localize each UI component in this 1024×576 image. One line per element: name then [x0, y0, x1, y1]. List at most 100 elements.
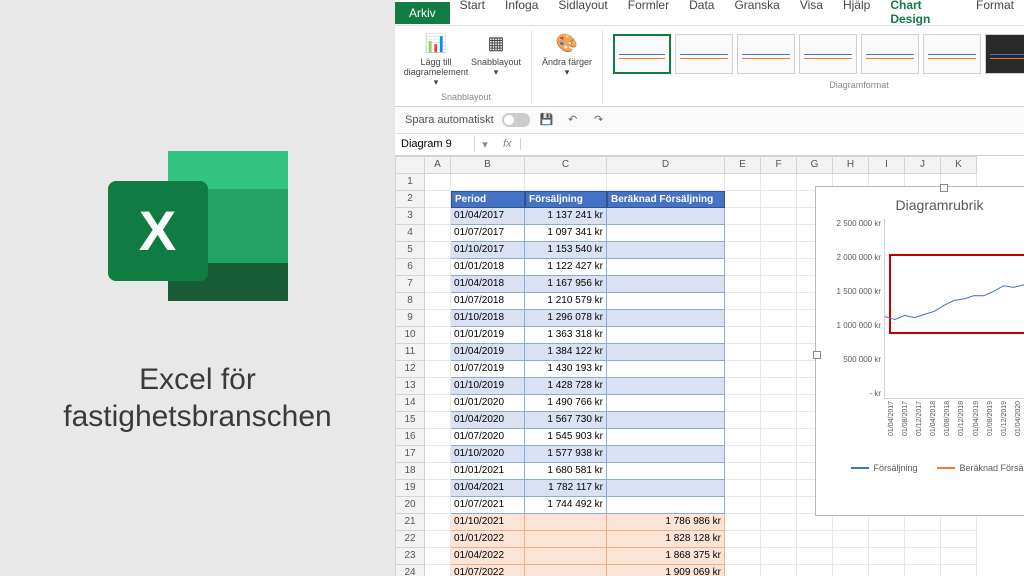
cell[interactable]: [869, 565, 905, 576]
cell[interactable]: [725, 310, 761, 327]
cell[interactable]: [833, 531, 869, 548]
cell[interactable]: [761, 293, 797, 310]
cell[interactable]: [725, 174, 761, 191]
row-header[interactable]: 23: [395, 548, 425, 565]
cell[interactable]: [761, 208, 797, 225]
column-header-C[interactable]: C: [525, 156, 607, 174]
cell[interactable]: [425, 276, 451, 293]
cell[interactable]: 1 428 728 kr: [525, 378, 607, 395]
cell[interactable]: [725, 293, 761, 310]
cell[interactable]: [725, 480, 761, 497]
cell[interactable]: [761, 395, 797, 412]
cell[interactable]: 01/04/2019: [451, 344, 525, 361]
row-header[interactable]: 13: [395, 378, 425, 395]
cell[interactable]: [905, 548, 941, 565]
cell[interactable]: [725, 225, 761, 242]
cell[interactable]: [761, 463, 797, 480]
cell[interactable]: [761, 327, 797, 344]
cell[interactable]: [761, 344, 797, 361]
redo-icon[interactable]: ↷: [590, 111, 608, 129]
chart-title[interactable]: Diagramrubrik: [816, 197, 1024, 213]
cell[interactable]: [761, 276, 797, 293]
cell[interactable]: 1 567 730 kr: [525, 412, 607, 429]
cell[interactable]: [607, 497, 725, 514]
save-icon[interactable]: 💾: [538, 111, 556, 129]
cell[interactable]: [607, 429, 725, 446]
cell[interactable]: 1 097 341 kr: [525, 225, 607, 242]
cell[interactable]: 1 909 069 kr: [607, 565, 725, 576]
cell[interactable]: [761, 310, 797, 327]
cell[interactable]: 01/04/2021: [451, 480, 525, 497]
cell[interactable]: 1 122 427 kr: [525, 259, 607, 276]
cell[interactable]: 1 545 903 kr: [525, 429, 607, 446]
column-header-D[interactable]: D: [607, 156, 725, 174]
cell[interactable]: [607, 276, 725, 293]
cell[interactable]: [425, 293, 451, 310]
cell[interactable]: [525, 514, 607, 531]
cell[interactable]: [905, 565, 941, 576]
cell[interactable]: 01/01/2022: [451, 531, 525, 548]
row-header[interactable]: 6: [395, 259, 425, 276]
cell[interactable]: 01/07/2020: [451, 429, 525, 446]
menu-file[interactable]: Arkiv: [395, 2, 450, 24]
row-header[interactable]: 17: [395, 446, 425, 463]
cell[interactable]: [725, 327, 761, 344]
chart-style-7[interactable]: [985, 34, 1024, 74]
cell[interactable]: [797, 514, 833, 531]
cell[interactable]: [725, 191, 761, 208]
cell[interactable]: 1 430 193 kr: [525, 361, 607, 378]
cell[interactable]: [725, 531, 761, 548]
row-header[interactable]: 16: [395, 429, 425, 446]
cell[interactable]: [607, 174, 725, 191]
cell[interactable]: [833, 548, 869, 565]
chart-style-6[interactable]: [923, 34, 981, 74]
cell[interactable]: [607, 344, 725, 361]
cell[interactable]: [941, 514, 977, 531]
cell[interactable]: 1 782 117 kr: [525, 480, 607, 497]
cell[interactable]: [761, 412, 797, 429]
row-header[interactable]: 14: [395, 395, 425, 412]
row-header[interactable]: 20: [395, 497, 425, 514]
cell[interactable]: [869, 514, 905, 531]
chart-object[interactable]: Diagramrubrik 2 500 000 kr2 000 000 kr1 …: [815, 186, 1024, 516]
cell[interactable]: [425, 463, 451, 480]
cell[interactable]: [425, 480, 451, 497]
cell[interactable]: [761, 497, 797, 514]
cell[interactable]: [761, 191, 797, 208]
cell[interactable]: 1 363 318 kr: [525, 327, 607, 344]
cell[interactable]: [425, 191, 451, 208]
cell[interactable]: [761, 514, 797, 531]
cell[interactable]: [425, 429, 451, 446]
row-header[interactable]: 12: [395, 361, 425, 378]
cell[interactable]: [525, 565, 607, 576]
add-chart-element-button[interactable]: 📊 Lägg till diagramelement ▾: [409, 32, 463, 88]
column-header-E[interactable]: E: [725, 156, 761, 174]
cell[interactable]: [725, 565, 761, 576]
row-header[interactable]: 10: [395, 327, 425, 344]
cell[interactable]: 01/10/2019: [451, 378, 525, 395]
cell[interactable]: [761, 446, 797, 463]
cell[interactable]: [607, 208, 725, 225]
column-header-J[interactable]: J: [905, 156, 941, 174]
cell[interactable]: [607, 361, 725, 378]
cell[interactable]: [425, 174, 451, 191]
cell[interactable]: 1 296 078 kr: [525, 310, 607, 327]
row-header[interactable]: 8: [395, 293, 425, 310]
cell[interactable]: 1 680 581 kr: [525, 463, 607, 480]
cell[interactable]: [761, 548, 797, 565]
cell[interactable]: 01/01/2019: [451, 327, 525, 344]
cell[interactable]: [607, 395, 725, 412]
cell[interactable]: [725, 361, 761, 378]
cell[interactable]: [797, 548, 833, 565]
cell[interactable]: [607, 310, 725, 327]
cell[interactable]: [425, 242, 451, 259]
cell[interactable]: 01/07/2017: [451, 225, 525, 242]
column-header-A[interactable]: A: [425, 156, 451, 174]
cell[interactable]: [797, 531, 833, 548]
row-header[interactable]: 21: [395, 514, 425, 531]
cell[interactable]: 01/04/2018: [451, 276, 525, 293]
cell[interactable]: 1 153 540 kr: [525, 242, 607, 259]
formula-input[interactable]: [521, 136, 1024, 152]
cell[interactable]: 01/07/2019: [451, 361, 525, 378]
cell[interactable]: [833, 514, 869, 531]
